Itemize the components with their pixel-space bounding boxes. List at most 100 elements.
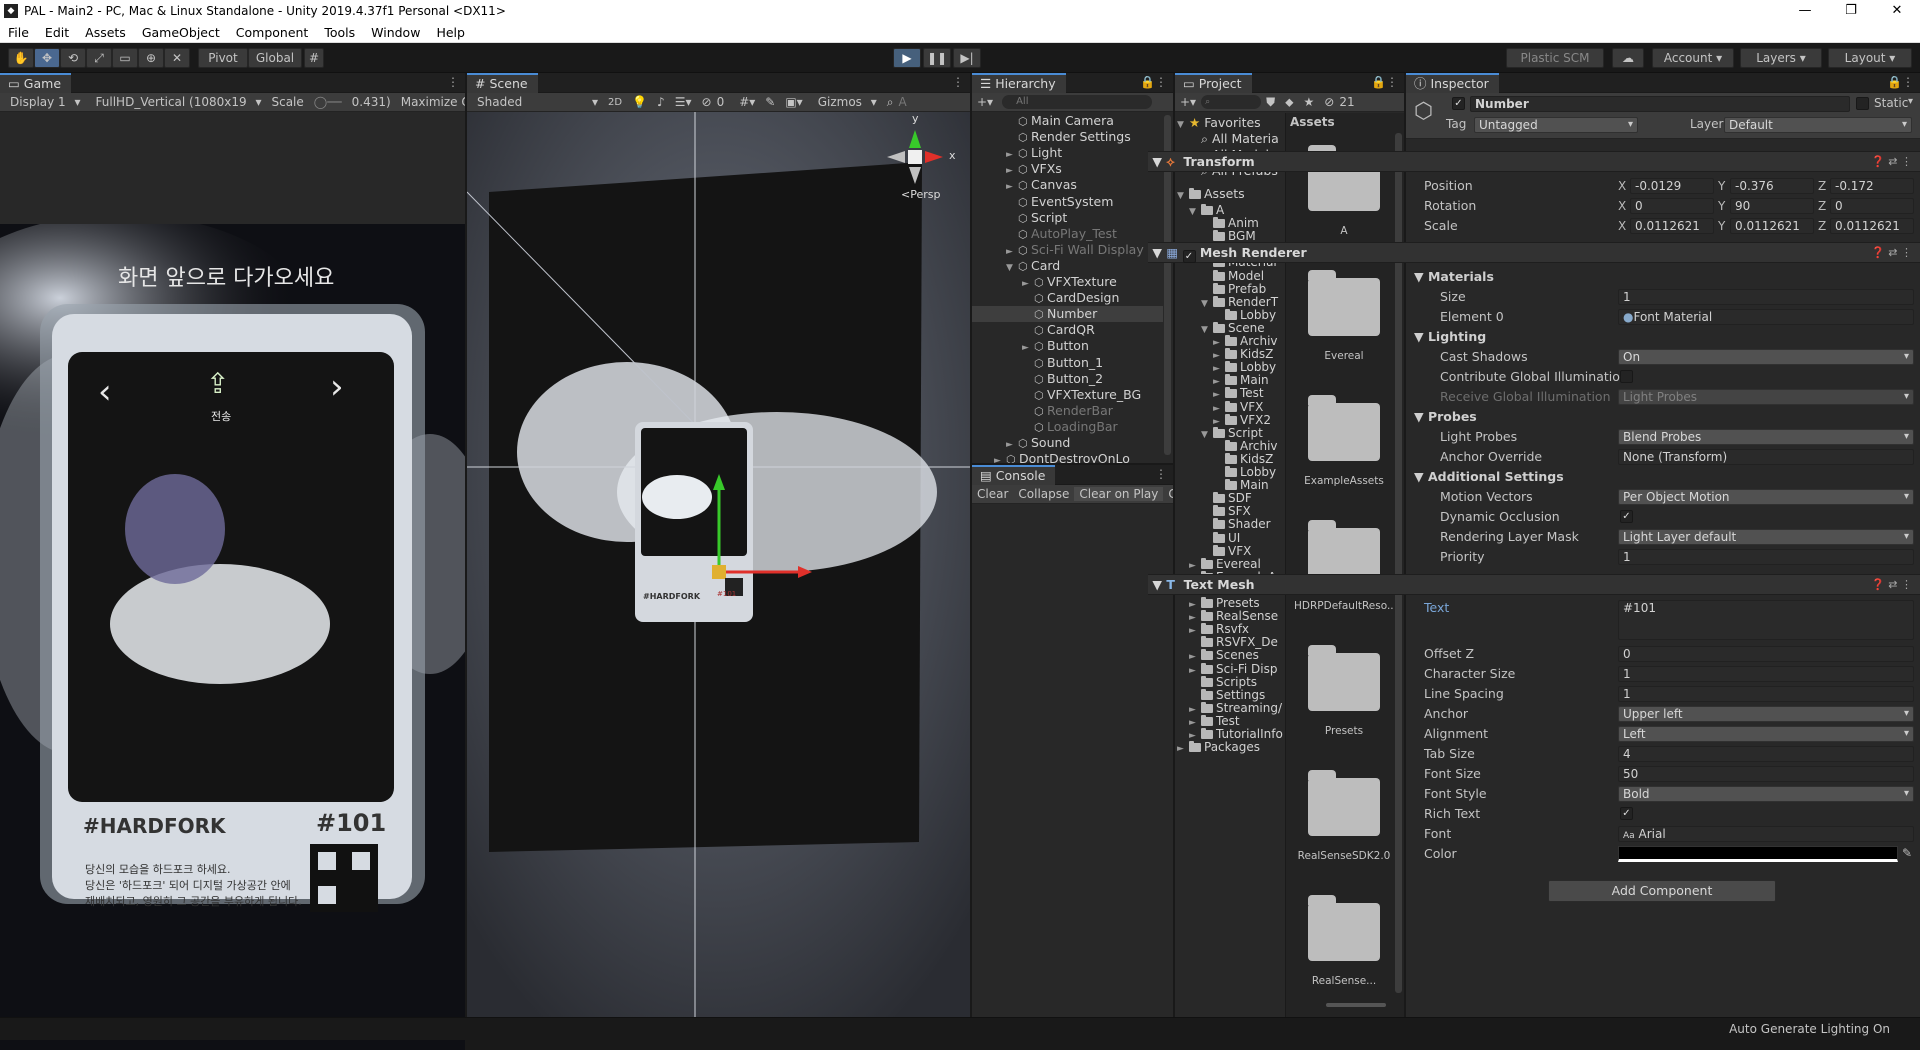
axis-y-label[interactable]: Y xyxy=(1718,217,1725,235)
menu-window[interactable]: Window xyxy=(363,25,428,40)
tree-arrow-icon[interactable]: ▼ xyxy=(1189,204,1201,220)
object-name-field[interactable]: Number xyxy=(1470,96,1850,112)
scene-view[interactable]: y x <Persp #HARDFORK #101 xyxy=(467,112,970,1017)
asset-folder-icon[interactable] xyxy=(1308,770,1380,836)
transform-rotation-z-field[interactable]: 0 xyxy=(1830,198,1914,214)
lighting-foldout[interactable]: ▼ Lighting xyxy=(1414,328,1486,346)
mesh-renderer-header[interactable]: ▼ ▦ ✓ Mesh Renderer ❓ ⇄ ⋮ xyxy=(1148,242,1920,263)
effects-dropdown-icon[interactable]: ☰▾ xyxy=(670,95,697,109)
tab-game[interactable]: ▭ Game xyxy=(0,73,72,93)
asset-folder-icon[interactable] xyxy=(1308,395,1380,461)
scale-slider[interactable]: ◯── xyxy=(309,95,347,109)
global-toggle[interactable]: Global xyxy=(248,48,302,68)
menu-tools[interactable]: Tools xyxy=(316,25,363,40)
hierarchy-item[interactable]: ⬡ CardDesign xyxy=(1022,290,1163,306)
grid-dropdown-icon[interactable]: #▾ xyxy=(734,95,760,109)
hierarchy-search-field[interactable]: All xyxy=(1002,95,1153,109)
element0-field[interactable]: ●Font Material xyxy=(1618,309,1914,325)
hierarchy-item[interactable]: ► ⬡ Sound xyxy=(1006,435,1163,451)
camera-dropdown-icon[interactable]: ▣▾ xyxy=(780,95,807,109)
next-arrow-icon[interactable]: › xyxy=(330,367,344,407)
maximize-button[interactable]: ❐ xyxy=(1828,0,1874,22)
hierarchy-item[interactable]: ► ⬡ DontDestroyOnLo xyxy=(994,451,1163,463)
favorites-node[interactable]: ▼ ★ Favorites xyxy=(1177,115,1261,131)
filter-label-icon[interactable]: ⬥ xyxy=(1280,95,1298,110)
tab-console[interactable]: ▤ Console xyxy=(972,465,1056,485)
probes-foldout[interactable]: ▼ Probes xyxy=(1414,408,1477,426)
console-collapse-button[interactable]: Collapse xyxy=(1013,487,1074,501)
hierarchy-item[interactable]: ⬡ VFXTexture_BG xyxy=(1022,387,1163,403)
upload-icon[interactable]: ⇪ xyxy=(206,367,229,400)
transform-position-z-field[interactable]: -0.172 xyxy=(1830,178,1914,194)
axis-z-label[interactable]: Z xyxy=(1818,217,1826,235)
project-search-field[interactable]: ⌕ xyxy=(1201,95,1262,109)
tree-arrow-icon[interactable]: ▼ xyxy=(1201,322,1213,338)
panel-menu-icon[interactable]: ⋮ xyxy=(447,75,459,89)
tab-hierarchy[interactable]: ☰ Hierarchy xyxy=(972,73,1066,93)
axis-y-label[interactable]: Y xyxy=(1718,197,1725,215)
transform-header[interactable]: ▼ ⟡ Transform ❓ ⇄ ⋮ xyxy=(1148,151,1920,172)
hierarchy-item[interactable]: ⬡ Number xyxy=(972,306,1163,323)
materials-foldout[interactable]: ▼ Materials xyxy=(1414,268,1494,286)
static-checkbox[interactable] xyxy=(1856,97,1869,110)
tab-scene[interactable]: # Scene xyxy=(467,73,538,93)
move-tool-icon[interactable]: ✥ xyxy=(34,48,60,68)
scale-tool-icon[interactable]: ⤢ xyxy=(86,48,112,68)
menu-component[interactable]: Component xyxy=(228,25,317,40)
axis-z-label[interactable]: Z xyxy=(1818,177,1826,195)
axis-x-label[interactable]: X xyxy=(1618,197,1626,215)
hierarchy-item[interactable]: ⬡ Script xyxy=(1006,210,1163,226)
motion-vectors-dropdown[interactable]: Per Object Motion xyxy=(1618,489,1914,505)
step-button[interactable]: ▶| xyxy=(953,48,981,68)
custom-tool-icon[interactable]: ✕ xyxy=(164,48,190,68)
menu-gameobject[interactable]: GameObject xyxy=(134,25,228,40)
hierarchy-item[interactable]: ► ⬡ Sci-Fi Wall Display xyxy=(1006,242,1163,258)
audio-toggle-icon[interactable]: ♪ xyxy=(652,95,670,109)
hand-tool-icon[interactable]: ✋ xyxy=(8,48,34,68)
hidden-packages-icon[interactable]: ⊘ 21 xyxy=(1319,95,1364,109)
transform-rotation-y-field[interactable]: 90 xyxy=(1730,198,1814,214)
hierarchy-item[interactable]: ⬡ LoadingBar xyxy=(1022,419,1163,435)
assets-root-node[interactable]: ▼ Assets xyxy=(1177,186,1245,202)
tree-arrow-icon[interactable]: ▼ xyxy=(1201,296,1213,312)
tab-project[interactable]: ▭ Project xyxy=(1175,73,1252,93)
anchor-override-field[interactable]: None (Transform) xyxy=(1618,449,1914,465)
active-checkbox[interactable]: ✓ xyxy=(1452,97,1465,110)
asset-folder-icon[interactable] xyxy=(1308,645,1380,711)
char-size-field[interactable]: 1 xyxy=(1618,666,1914,682)
transform-position-x-field[interactable]: -0.0129 xyxy=(1630,178,1714,194)
hidden-objects-icon[interactable]: ⊘ 0 xyxy=(697,95,735,109)
panel-menu-icon[interactable]: ⋮ xyxy=(952,75,964,89)
transform-scale-z-field[interactable]: 0.0112621 xyxy=(1830,218,1914,234)
filter-type-icon[interactable]: ⛊ xyxy=(1261,95,1280,110)
hierarchy-item[interactable]: ⬡ RenderBar xyxy=(1022,403,1163,419)
text-area[interactable]: #101 xyxy=(1618,600,1914,640)
shading-dropdown[interactable]: Shaded xyxy=(467,95,587,109)
font-size-field[interactable]: 50 xyxy=(1618,766,1914,782)
panel-menu-icon[interactable]: 🔒⋮ xyxy=(1140,75,1167,89)
prev-arrow-icon[interactable]: ‹ xyxy=(98,372,112,412)
mode-2d-toggle[interactable]: 2D xyxy=(603,97,627,108)
close-button[interactable]: ✕ xyxy=(1874,0,1920,22)
hierarchy-item[interactable]: ► ⬡ VFXTexture xyxy=(1022,274,1163,290)
hierarchy-item[interactable]: ⬡ Render Settings xyxy=(1006,129,1163,145)
line-spacing-field[interactable]: 1 xyxy=(1618,686,1914,702)
layer-dropdown[interactable]: Default xyxy=(1724,117,1912,133)
static-chevron-icon[interactable]: ▾ xyxy=(1908,96,1913,107)
grid-snap-icon[interactable]: # xyxy=(304,48,324,68)
rotate-tool-icon[interactable]: ⟲ xyxy=(60,48,86,68)
display-dropdown[interactable]: Display 1 ▾ xyxy=(0,95,86,109)
priority-field[interactable]: 1 xyxy=(1618,549,1914,565)
console-clear-on-build-button[interactable]: Cl xyxy=(1163,487,1173,501)
axis-x-label[interactable]: X xyxy=(1618,177,1626,195)
hierarchy-item[interactable]: ► ⬡ VFXs xyxy=(1006,161,1163,177)
persp-label[interactable]: <Persp xyxy=(901,188,940,201)
fav-item[interactable]: ⌕ All Materia xyxy=(1201,131,1279,147)
menu-help[interactable]: Help xyxy=(428,25,473,40)
asset-folder-icon[interactable] xyxy=(1308,270,1380,336)
rect-tool-icon[interactable]: ▭ xyxy=(112,48,138,68)
dynamic-occlusion-checkbox[interactable]: ✓ xyxy=(1620,510,1633,523)
layout-dropdown[interactable]: Layout ▾ xyxy=(1828,48,1912,68)
pause-button[interactable]: ❚❚ xyxy=(923,48,951,68)
color-swatch[interactable] xyxy=(1618,846,1898,862)
